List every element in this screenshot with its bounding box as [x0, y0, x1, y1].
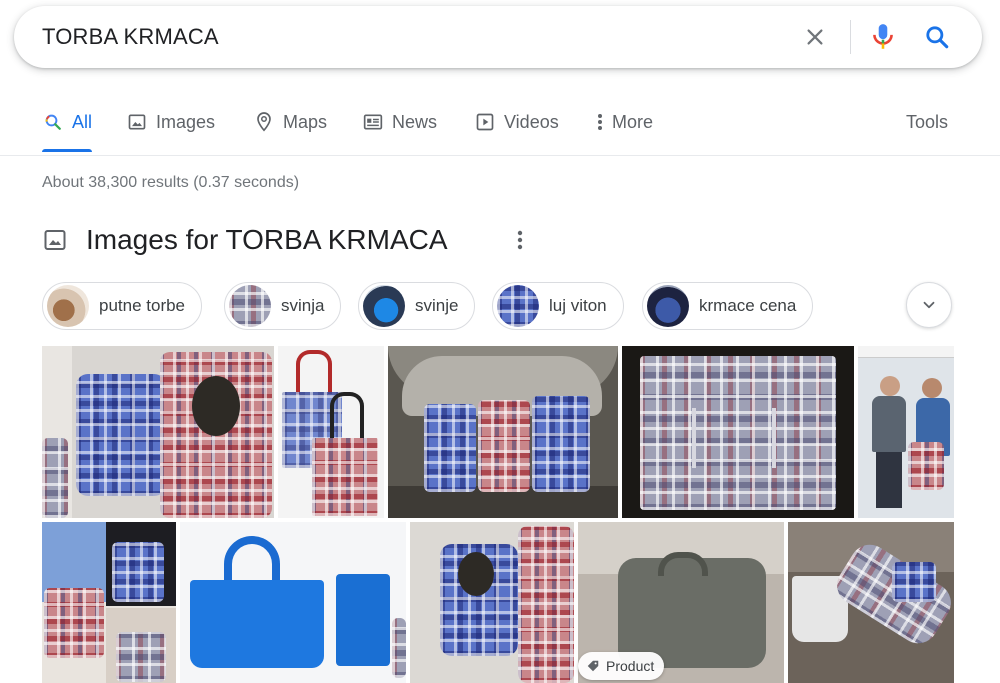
- image-result-bags-floor[interactable]: [42, 346, 274, 518]
- clear-icon[interactable]: [798, 20, 832, 54]
- more-options-icon[interactable]: [512, 226, 528, 254]
- chip-thumbnail: [497, 285, 539, 327]
- tab-more-label: More: [612, 111, 654, 132]
- chip-thumbnail: [647, 285, 689, 327]
- search-bar[interactable]: TORBA KRMACA: [14, 6, 982, 68]
- chip-thumbnail: [229, 285, 271, 327]
- play-icon: [474, 111, 496, 133]
- tab-all[interactable]: All: [42, 110, 92, 134]
- tab-maps-label: Maps: [283, 111, 328, 132]
- news-icon: [362, 111, 384, 133]
- chip-svinja[interactable]: svinja: [224, 282, 342, 330]
- image-result-flat-bag[interactable]: [622, 346, 854, 518]
- tab-news-label: News: [392, 111, 438, 132]
- chip-label: svinje: [415, 296, 459, 315]
- search-divider: [850, 20, 851, 54]
- chip-label: luj viton: [549, 296, 607, 315]
- microphone-icon[interactable]: [866, 20, 900, 54]
- tools-label: Tools: [906, 111, 949, 132]
- search-tabs: All Images Maps News Videos More Tools: [0, 100, 1000, 156]
- chip-thumbnail: [47, 285, 89, 327]
- image-result-carrying-bags[interactable]: [42, 522, 176, 683]
- tab-more[interactable]: More: [594, 110, 653, 134]
- image-result-blue-tote[interactable]: [180, 522, 406, 683]
- tab-videos-label: Videos: [504, 111, 559, 132]
- active-tab-indicator: [42, 149, 92, 152]
- image-result-car-trunk[interactable]: [388, 346, 618, 518]
- tools-button[interactable]: Tools: [906, 110, 948, 134]
- tab-all-label: All: [72, 111, 93, 132]
- tag-icon: [587, 660, 599, 672]
- tab-images[interactable]: Images: [126, 110, 215, 134]
- chip-label: svinja: [281, 296, 325, 315]
- tab-maps[interactable]: Maps: [253, 110, 327, 134]
- image-icon: [126, 111, 148, 133]
- kebab-icon: [594, 111, 606, 133]
- images-section-header: Images for TORBA KRMACA: [42, 220, 448, 260]
- images-section-title: Images for TORBA KRMACA: [86, 224, 448, 255]
- search-input[interactable]: TORBA KRMACA: [42, 24, 219, 50]
- product-badge-label: Product: [606, 658, 655, 674]
- image-result-bags-floor-2[interactable]: [410, 522, 574, 683]
- image-result-totes[interactable]: [278, 346, 384, 518]
- chip-svinje[interactable]: svinje: [358, 282, 476, 330]
- chip-label: putne torbe: [99, 296, 186, 315]
- result-stats: About 38,300 results (0.37 seconds): [42, 174, 300, 191]
- image-result-bag-on-ground[interactable]: [788, 522, 954, 683]
- tab-news[interactable]: News: [362, 110, 437, 134]
- product-badge: Product: [578, 652, 665, 680]
- image-icon: [42, 227, 68, 253]
- map-pin-icon: [253, 111, 275, 133]
- chip-krmace-cena[interactable]: krmace cena: [642, 282, 814, 330]
- chip-label: krmace cena: [699, 296, 797, 315]
- chevron-down-icon[interactable]: [906, 282, 952, 328]
- image-result-people[interactable]: [858, 346, 954, 518]
- search-icon: [42, 111, 64, 133]
- tab-videos[interactable]: Videos: [474, 110, 559, 134]
- chip-thumbnail: [363, 285, 405, 327]
- chip-luj-viton[interactable]: luj viton: [492, 282, 624, 330]
- chip-putne-torbe[interactable]: putne torbe: [42, 282, 203, 330]
- tab-images-label: Images: [156, 111, 216, 132]
- search-icon[interactable]: [920, 20, 954, 54]
